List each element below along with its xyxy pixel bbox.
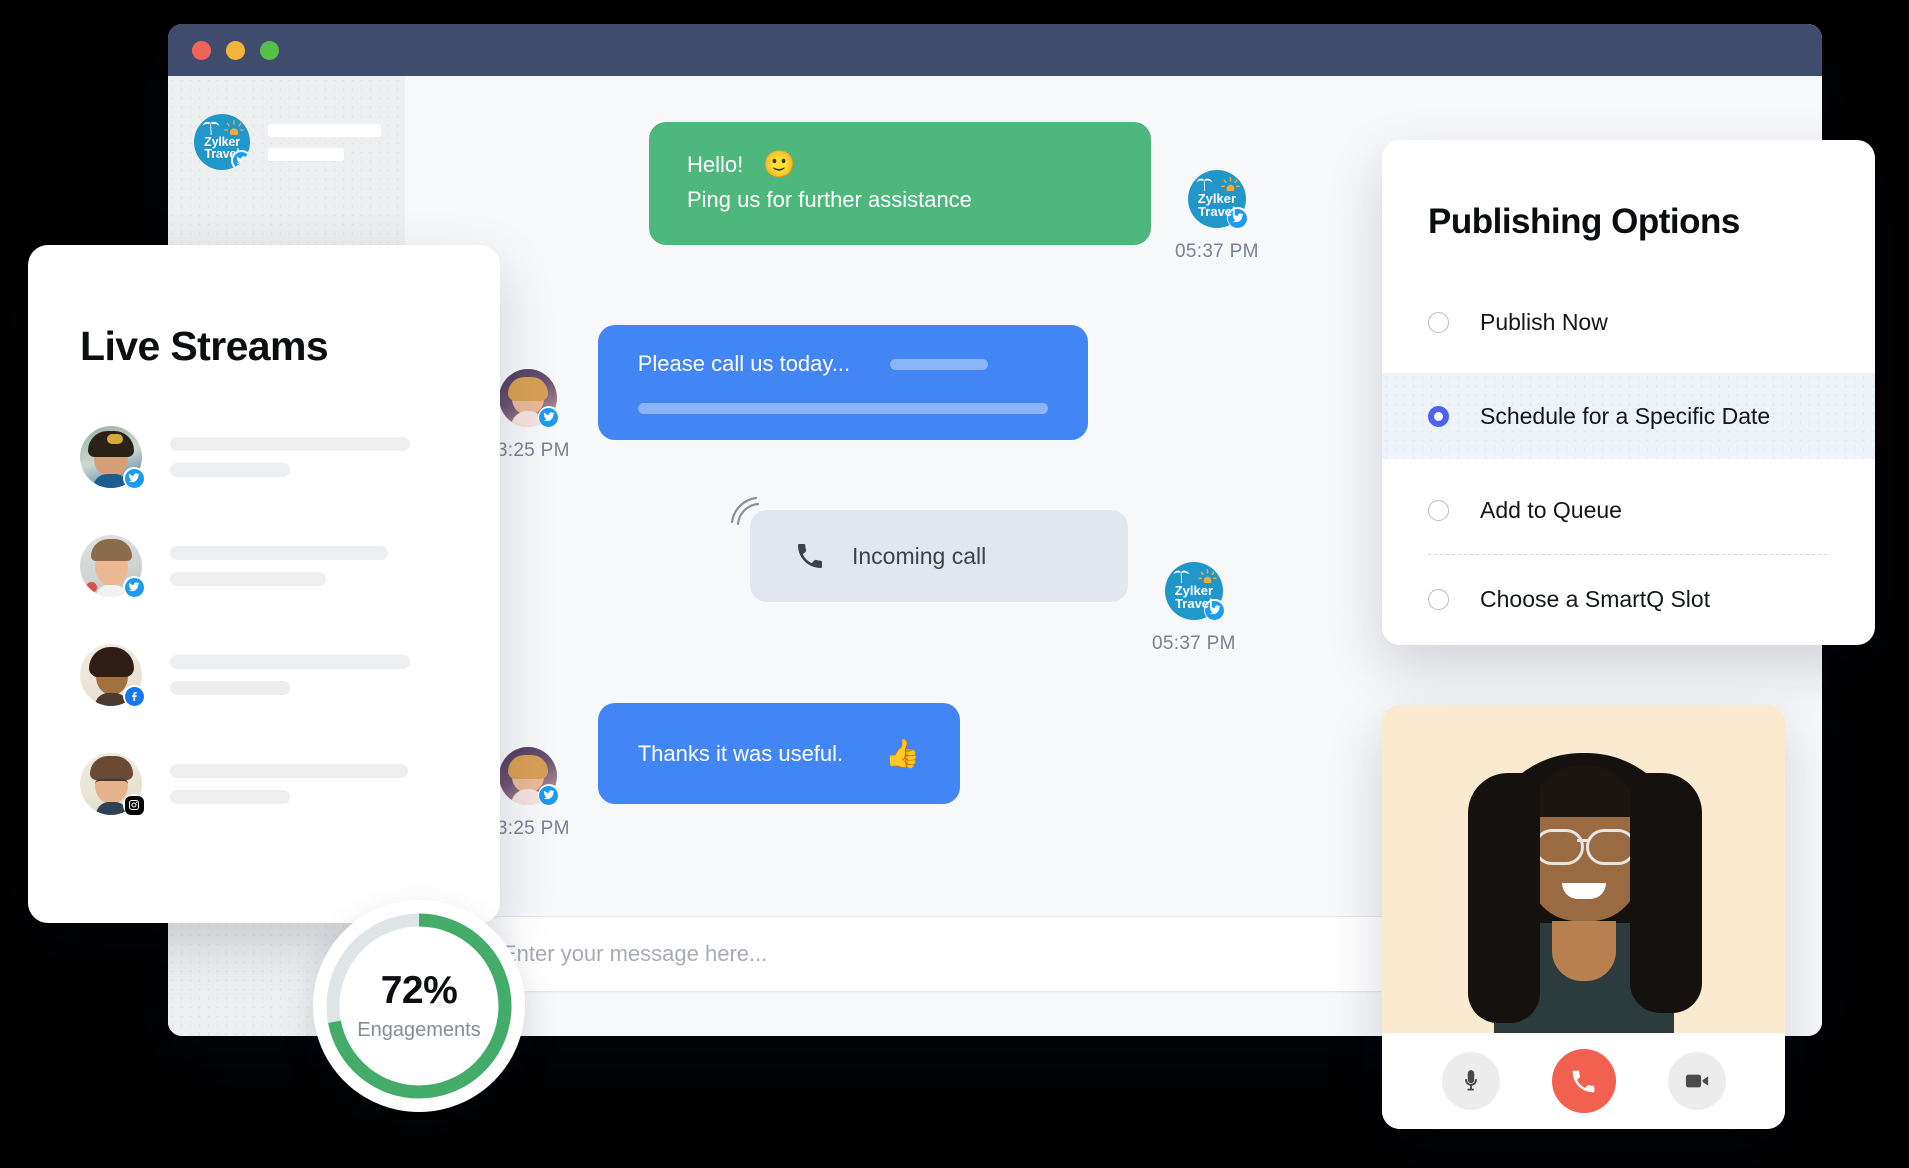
list-item[interactable] — [80, 535, 500, 598]
avatar — [80, 535, 145, 598]
close-button[interactable] — [192, 40, 211, 60]
sun-icon — [224, 120, 244, 135]
message-bubble-incoming-call[interactable]: Incoming call — [730, 496, 1128, 602]
message-text: Please call us today... — [637, 351, 851, 376]
list-item-placeholder — [170, 764, 408, 804]
option-label: Schedule for a Specific Date — [1480, 402, 1771, 429]
options-divider — [1428, 554, 1829, 555]
placeholder-line — [170, 790, 290, 804]
maximize-button[interactable] — [260, 40, 279, 60]
palm-tree-icon — [1173, 570, 1190, 584]
engagement-gauge: 72% Engagements — [313, 900, 525, 1112]
placeholder-line — [170, 681, 290, 695]
palm-tree-icon — [202, 121, 220, 135]
live-streams-title: Live Streams — [80, 323, 329, 369]
message-text-line-1: Hello! — [687, 152, 744, 177]
gauge-caption: Engagements — [357, 1018, 481, 1041]
placeholder-line — [170, 437, 410, 451]
avatar — [498, 747, 560, 806]
message-timestamp: 05:37 PM — [1152, 633, 1236, 654]
option-choose-smartq-slot[interactable]: Choose a SmartQ Slot — [1382, 566, 1875, 632]
window-titlebar — [168, 24, 1822, 76]
placeholder-line — [170, 764, 408, 778]
avatar — [80, 644, 145, 707]
publishing-options-title: Publishing Options — [1428, 202, 1740, 241]
message-text-line-2: Ping us for further assistance — [687, 187, 972, 212]
list-item-placeholder — [170, 437, 410, 477]
gauge-percent: 72% — [380, 968, 458, 1012]
end-call-phone-icon[interactable] — [1551, 1049, 1616, 1113]
publishing-options-card: Publishing Options Publish Now Schedule … — [1382, 140, 1875, 645]
avatar: Zylker Travel — [1187, 170, 1249, 229]
list-item[interactable] — [80, 426, 500, 489]
twitter-icon — [123, 467, 145, 489]
message-bubble-call-request[interactable]: Please call us today... — [597, 325, 1088, 440]
message-bubble-thanks[interactable]: Thanks it was useful. 👍 — [597, 703, 961, 804]
live-streams-list — [28, 426, 500, 816]
thumbs-up-emoji: 👍 — [885, 738, 921, 769]
video-call-card — [1382, 705, 1785, 1129]
placeholder-line — [170, 463, 290, 477]
sun-icon — [1221, 177, 1240, 191]
radio-button[interactable] — [1428, 588, 1449, 610]
placeholder-line — [268, 147, 344, 161]
zylker-travel-logo: Zylker Travel — [194, 114, 250, 170]
message-text: Incoming call — [852, 542, 987, 569]
message-meta-greeting: Zylker Travel 05:37 PM — [1175, 170, 1259, 263]
option-schedule-specific-date[interactable]: Schedule for a Specific Date — [1382, 373, 1875, 459]
option-label: Publish Now — [1480, 308, 1608, 335]
avatar — [80, 426, 145, 489]
option-label: Add to Queue — [1480, 496, 1622, 523]
screen: Zylker Travel Hello! 🙂 Ping us for furth… — [0, 0, 1909, 1168]
avatar — [498, 369, 560, 428]
radio-button[interactable] — [1428, 311, 1449, 333]
placeholder-line — [637, 403, 1048, 414]
list-item[interactable] — [80, 644, 500, 707]
twitter-verified-icon — [231, 150, 250, 170]
smiley-emoji: 🙂 — [763, 149, 796, 179]
message-bubble-greeting[interactable]: Hello! 🙂 Ping us for further assistance — [649, 122, 1151, 245]
message-meta-incoming-call: Zylker Travel 05:37 PM — [1152, 562, 1236, 655]
twitter-icon — [537, 406, 560, 428]
live-streams-card: Live Streams — [28, 245, 500, 923]
message-timestamp: 05:37 PM — [1175, 241, 1259, 262]
radio-button[interactable] — [1428, 499, 1449, 521]
avatar: Zylker Travel — [1164, 562, 1226, 621]
placeholder-line — [268, 123, 381, 137]
placeholder-line — [170, 546, 388, 560]
option-add-to-queue[interactable]: Add to Queue — [1382, 477, 1875, 543]
video-camera-icon[interactable] — [1667, 1052, 1726, 1110]
sidebar-profile-placeholder — [268, 123, 381, 161]
list-item[interactable] — [80, 753, 500, 816]
video-participant-view — [1382, 705, 1785, 1033]
sidebar-profile[interactable]: Zylker Travel — [168, 114, 405, 170]
placeholder-line — [890, 358, 989, 370]
brand-line-2: Travel — [1198, 203, 1236, 219]
placeholder-line — [170, 572, 326, 586]
list-item-placeholder — [170, 655, 410, 695]
twitter-icon — [537, 784, 560, 806]
message-text: Thanks it was useful. — [637, 740, 844, 766]
option-publish-now[interactable]: Publish Now — [1382, 289, 1875, 355]
option-label: Choose a SmartQ Slot — [1480, 585, 1711, 612]
brand-line-2: Travel — [1175, 595, 1213, 611]
placeholder-line — [170, 655, 410, 669]
instagram-icon — [123, 794, 145, 816]
microphone-icon[interactable] — [1441, 1052, 1500, 1110]
call-controls — [1382, 1033, 1785, 1129]
avatar — [80, 753, 145, 816]
publishing-options-list: Publish Now Schedule for a Specific Date… — [1382, 289, 1875, 632]
phone-icon — [798, 544, 822, 568]
minimize-button[interactable] — [226, 40, 245, 60]
radio-button[interactable] — [1428, 405, 1449, 427]
twitter-icon — [123, 576, 145, 598]
facebook-icon — [123, 685, 145, 707]
sun-icon — [1198, 569, 1217, 583]
palm-tree-icon — [1196, 178, 1213, 192]
list-item-placeholder — [170, 546, 388, 586]
ringing-arcs-icon — [730, 496, 760, 526]
